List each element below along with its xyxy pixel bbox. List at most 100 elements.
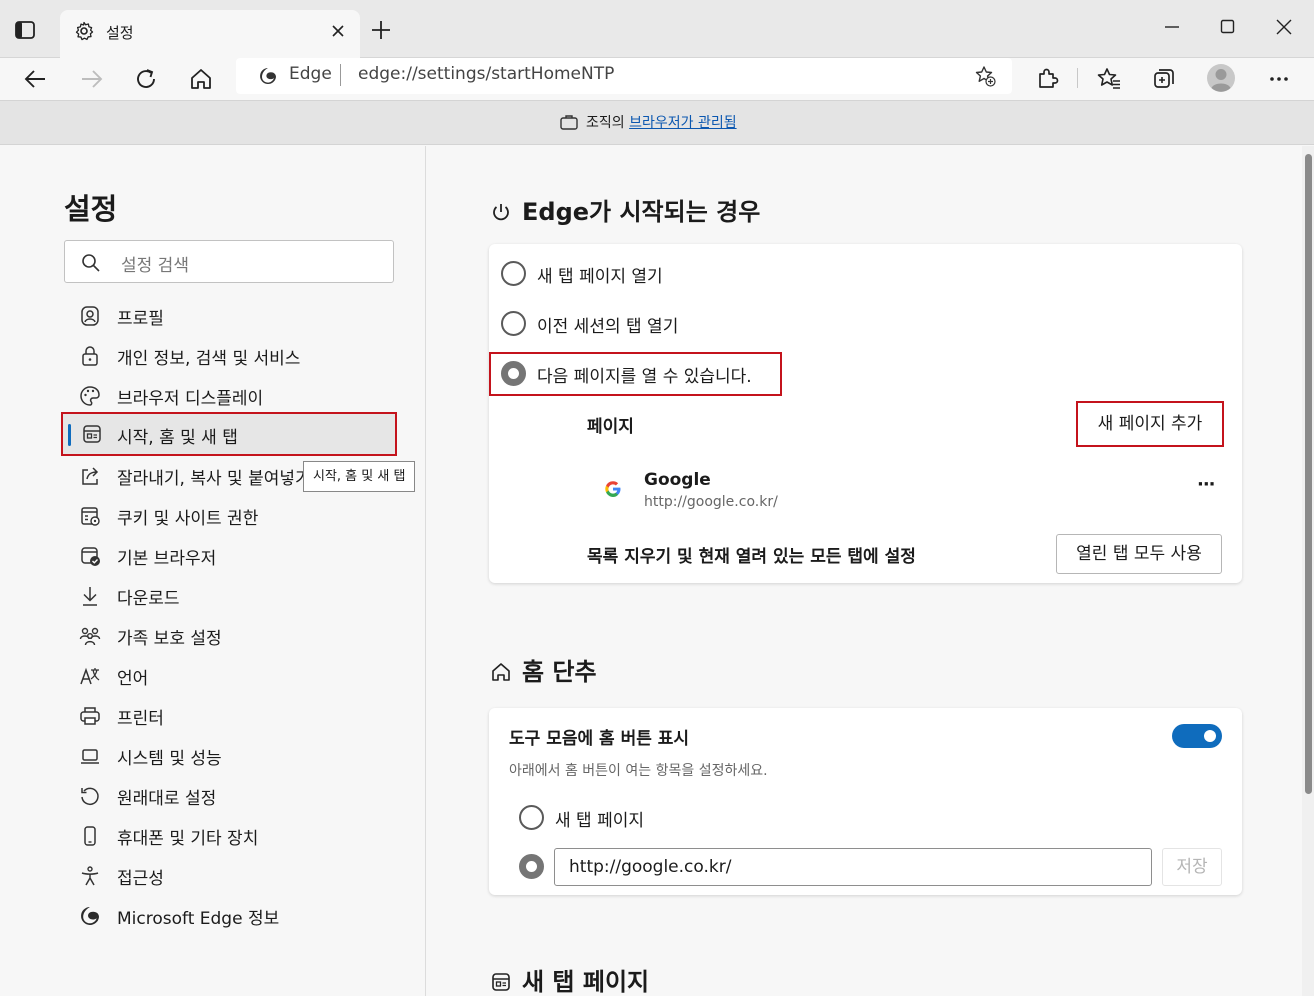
radio-label: 새 탭 페이지 열기	[537, 267, 663, 287]
maximize-icon[interactable]	[1216, 15, 1240, 39]
settings-sidebar: 설정 설정 검색 프로필 개인 정보, 검색 및 서비스 브라우저 디스플레이	[0, 146, 426, 996]
home-url-input[interactable]: http://google.co.kr/	[554, 848, 1152, 886]
forward-icon[interactable]	[78, 66, 104, 92]
add-favorite-icon[interactable]	[974, 65, 996, 87]
reset-icon	[81, 787, 99, 806]
pages-label: 페이지	[587, 417, 634, 437]
home-icon[interactable]	[188, 66, 214, 92]
back-icon[interactable]	[23, 66, 49, 92]
tooltip: 시작, 홈 및 새 탭	[303, 461, 416, 492]
startup-option-specific-pages[interactable]: 다음 페이지를 열 수 있습니다.	[501, 354, 781, 394]
sidebar-item-about-edge[interactable]: Microsoft Edge 정보	[64, 896, 394, 936]
sidebar-item-appearance[interactable]: 브라우저 디스플레이	[64, 376, 394, 416]
page-entry-url: http://google.co.kr/	[644, 494, 778, 510]
sidebar-item-label: 프로필	[117, 309, 164, 329]
briefcase-icon	[560, 115, 578, 130]
favorites-icon[interactable]	[1096, 66, 1122, 92]
managed-link[interactable]: 브라우저가 관리됨	[629, 115, 737, 131]
google-logo-icon	[605, 481, 621, 497]
sidebar-item-languages[interactable]: 언어	[64, 656, 394, 696]
selection-indicator	[68, 424, 71, 446]
home-title-text: 홈 단추	[522, 658, 597, 686]
sidebar-item-printers[interactable]: 프린터	[64, 696, 394, 736]
scrollbar-thumb[interactable]	[1305, 154, 1312, 794]
address-url[interactable]: edge://settings/startHomeNTP	[358, 64, 614, 84]
home-icon	[492, 663, 510, 681]
radio-button-selected[interactable]	[501, 361, 526, 386]
new-tab-icon[interactable]	[370, 19, 392, 41]
laptop-icon	[81, 749, 99, 764]
extensions-icon[interactable]	[1034, 66, 1060, 92]
home-option-custom-url-radio[interactable]	[519, 854, 544, 879]
sidebar-item-system-performance[interactable]: 시스템 및 성능	[64, 736, 394, 776]
sidebar-item-label: 접근성	[117, 869, 164, 889]
new-tab-page-icon	[492, 973, 510, 991]
home-url-value: http://google.co.kr/	[569, 857, 732, 877]
sidebar-item-default-browser[interactable]: 기본 브라우저	[64, 536, 394, 576]
home-button-toggle[interactable]	[1172, 724, 1222, 748]
sidebar-item-start-home-newtab[interactable]: 시작, 홈 및 새 탭	[61, 412, 397, 456]
phone-icon	[84, 826, 96, 846]
main-scrollbar[interactable]	[1302, 146, 1314, 996]
sidebar-item-label: 프린터	[117, 709, 164, 729]
refresh-icon[interactable]	[133, 66, 159, 92]
more-menu-icon[interactable]	[1266, 66, 1292, 92]
address-bar[interactable]: Edge edge://settings/startHomeNTP	[236, 58, 1012, 94]
sidebar-item-reset-settings[interactable]: 원래대로 설정	[64, 776, 394, 816]
new-tab-page-icon	[83, 425, 101, 443]
sidebar-item-phone-devices[interactable]: 휴대폰 및 기타 장치	[64, 816, 394, 856]
radio-label: 새 탭 페이지	[555, 811, 645, 831]
share-icon	[82, 467, 99, 485]
radio-label: 다음 페이지를 열 수 있습니다.	[537, 367, 752, 387]
startup-option-new-tab[interactable]: 새 탭 페이지 열기	[501, 254, 901, 294]
use-all-open-tabs-button[interactable]: 열린 탭 모두 사용	[1056, 534, 1222, 574]
close-window-icon[interactable]	[1272, 15, 1296, 39]
palette-icon	[80, 386, 100, 406]
sidebar-item-privacy[interactable]: 개인 정보, 검색 및 서비스	[64, 336, 394, 376]
startup-option-continue-session[interactable]: 이전 세션의 탭 열기	[501, 304, 901, 344]
radio-button[interactable]	[501, 261, 526, 286]
managed-by-organization-bar: 조직의 브라우저가 관리됨	[0, 100, 1314, 145]
search-placeholder: 설정 검색	[121, 256, 189, 276]
sidebar-item-family-safety[interactable]: 가족 보호 설정	[64, 616, 394, 656]
sidebar-item-downloads[interactable]: 다운로드	[64, 576, 394, 616]
radio-button[interactable]	[501, 311, 526, 336]
settings-main: Edge가 시작되는 경우 새 탭 페이지 열기 이전 세션의 탭 열기 다음 …	[427, 146, 1301, 996]
accessibility-icon	[81, 866, 99, 886]
family-icon	[79, 627, 101, 646]
profile-avatar[interactable]	[1206, 63, 1236, 93]
collections-icon[interactable]	[1151, 66, 1177, 92]
radio-label: 이전 세션의 탭 열기	[537, 317, 679, 337]
newtab-section-title: 새 탭 페이지	[490, 962, 649, 996]
sidebar-item-label: 원래대로 설정	[117, 789, 217, 809]
sidebar-item-label: 시작, 홈 및 새 탭	[117, 428, 238, 448]
sidebar-item-label: 개인 정보, 검색 및 서비스	[117, 349, 301, 369]
sidebar-item-accessibility[interactable]: 접근성	[64, 856, 394, 896]
close-tab-icon[interactable]	[330, 23, 346, 39]
lock-icon	[82, 346, 98, 366]
radio-button[interactable]	[519, 805, 544, 830]
site-permissions-icon	[81, 507, 100, 526]
browser-tab-settings[interactable]: 설정	[60, 10, 360, 59]
save-button[interactable]: 저장	[1162, 848, 1222, 886]
settings-search-input[interactable]: 설정 검색	[64, 240, 394, 283]
home-toggle-label: 도구 모음에 홈 버튼 표시	[509, 729, 690, 749]
page-entry-name: Google	[644, 470, 711, 490]
sidebar-item-label: 쿠키 및 사이트 권한	[117, 509, 259, 529]
sidebar-item-label: 휴대폰 및 기타 장치	[117, 829, 259, 849]
sidebar-title: 설정	[64, 192, 118, 226]
page-entry-more-button[interactable]: ···	[1197, 474, 1215, 495]
edge-logo-icon	[260, 68, 276, 84]
home-section-title: 홈 단추	[490, 652, 597, 687]
home-description: 아래에서 홈 버튼이 여는 항목을 설정하세요.	[509, 763, 768, 779]
tab-actions-icon[interactable]	[14, 19, 36, 41]
add-new-page-button[interactable]: 새 페이지 추가	[1076, 401, 1224, 447]
sidebar-item-profiles[interactable]: 프로필	[64, 296, 394, 336]
home-option-new-tab[interactable]: 새 탭 페이지	[519, 798, 819, 838]
sidebar-item-cookies-permissions[interactable]: 쿠키 및 사이트 권한	[64, 496, 394, 536]
toolbar: Edge edge://settings/startHomeNTP	[0, 58, 1314, 100]
minimize-icon[interactable]	[1160, 15, 1184, 39]
toggle-knob	[1204, 730, 1216, 742]
address-brand: Edge	[289, 64, 332, 84]
tab-title: 설정	[106, 24, 134, 42]
